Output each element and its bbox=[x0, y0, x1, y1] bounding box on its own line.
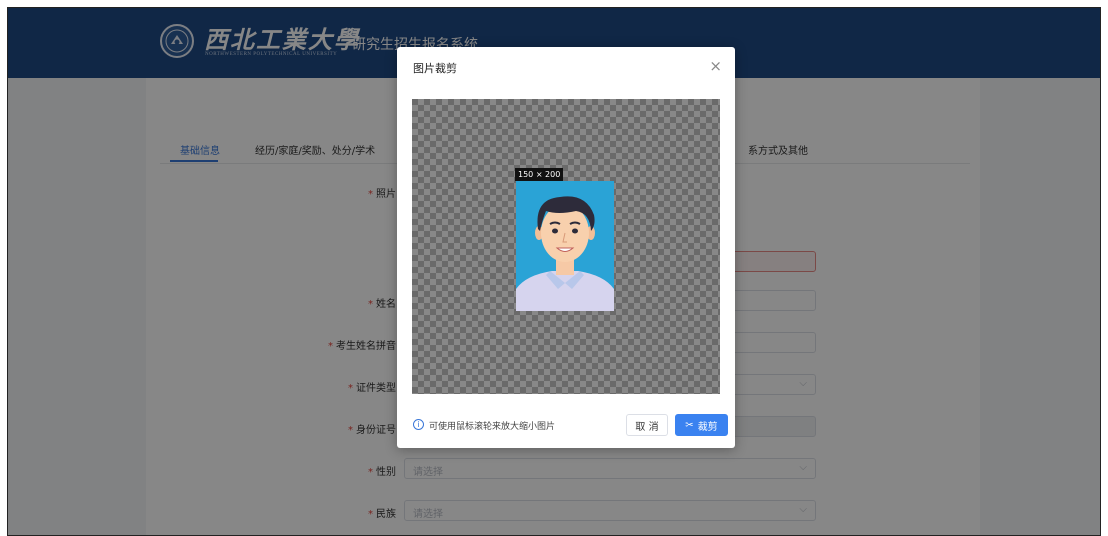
app-frame: 西北工業大學 NORTHWESTERN POLYTECHNICAL UNIVER… bbox=[7, 7, 1101, 536]
crop-canvas[interactable]: 150 × 200 bbox=[412, 99, 720, 394]
portrait-illustration bbox=[516, 181, 614, 311]
dialog-footer: i 可使用鼠标滚轮来放大缩小图片 取 消 ✂ 裁剪 bbox=[397, 409, 735, 448]
cancel-button[interactable]: 取 消 bbox=[626, 414, 668, 436]
scissors-icon: ✂ bbox=[685, 419, 694, 431]
crop-button[interactable]: ✂ 裁剪 bbox=[675, 414, 728, 436]
zoom-hint: 可使用鼠标滚轮来放大缩小图片 bbox=[429, 422, 556, 432]
dialog-title: 图片裁剪 bbox=[413, 62, 457, 75]
crop-size-badge: 150 × 200 bbox=[515, 168, 564, 181]
info-icon: i bbox=[413, 419, 424, 430]
cancel-label: 取 消 bbox=[635, 421, 659, 433]
crop-label: 裁剪 bbox=[697, 421, 718, 433]
close-icon[interactable]: × bbox=[709, 57, 722, 75]
portrait-image[interactable] bbox=[516, 181, 614, 311]
image-crop-dialog: 图片裁剪 × 150 × 200 i 可使用鼠标滚轮来放大缩小图片 取 消 ✂ … bbox=[397, 47, 735, 448]
